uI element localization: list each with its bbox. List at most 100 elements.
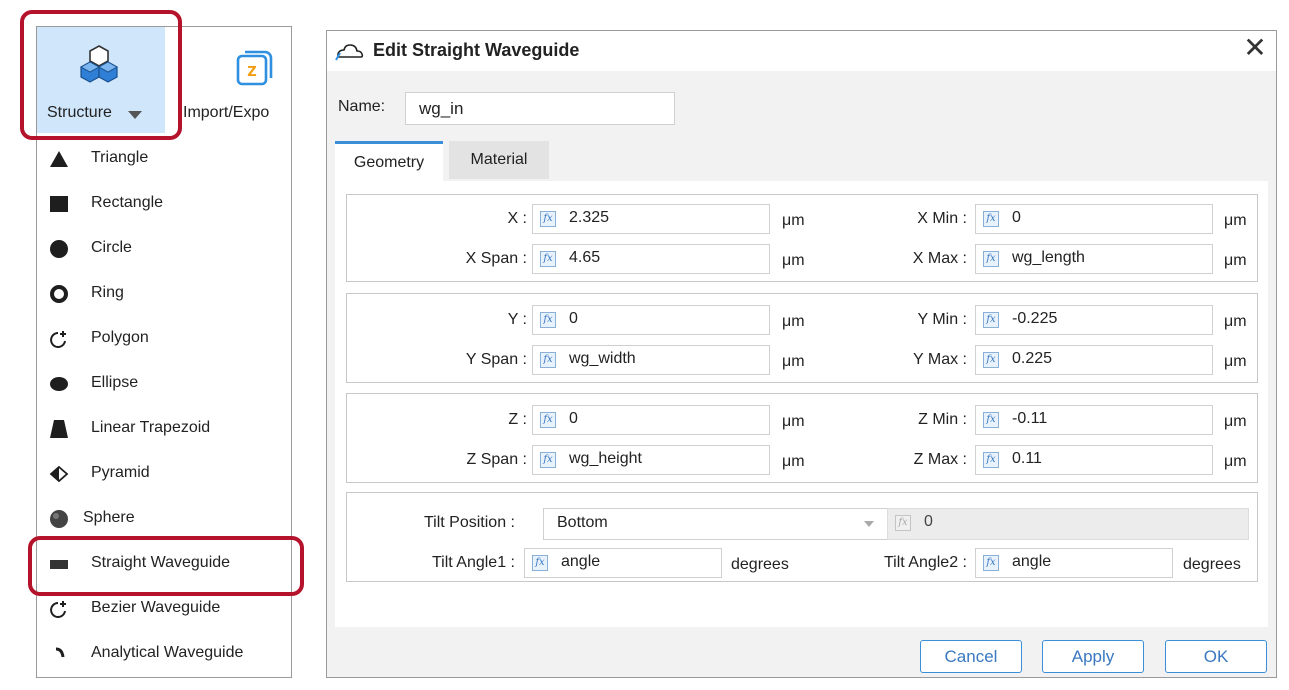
geometry-panel: X : fx 2.325 μm X Min : fx 0 μm X Span :… bbox=[335, 181, 1268, 627]
z-max-value: 0.11 bbox=[1012, 450, 1042, 467]
tab-geometry[interactable]: Geometry bbox=[335, 141, 443, 183]
fx-icon[interactable]: fx bbox=[983, 251, 999, 267]
menu-item-ring[interactable]: Ring bbox=[37, 274, 291, 314]
tab-material[interactable]: Material bbox=[449, 141, 549, 179]
tilt-angle1-unit: degrees bbox=[731, 556, 789, 573]
dialog-titlebar[interactable]: Edit Straight Waveguide ✕ bbox=[327, 31, 1276, 71]
fx-icon[interactable]: fx bbox=[532, 555, 548, 571]
x-span-field[interactable]: fx 4.65 bbox=[532, 244, 770, 274]
y-max-field[interactable]: fx 0.225 bbox=[975, 345, 1213, 375]
tilt-angle2-field[interactable]: fx angle bbox=[975, 548, 1173, 578]
x-group: X : fx 2.325 μm X Min : fx 0 μm X Span :… bbox=[346, 194, 1258, 282]
dialog-footer: Cancel Apply OK bbox=[327, 631, 1276, 677]
highlight-box-straight-waveguide bbox=[28, 536, 304, 596]
tilt-group: Tilt Position : Bottom fx 0 Tilt Angle1 … bbox=[346, 492, 1258, 582]
z-max-label: Z Max : bbox=[913, 451, 967, 468]
import-export-label[interactable]: Import/Expo bbox=[183, 104, 269, 122]
z-max-field[interactable]: fx 0.11 bbox=[975, 445, 1213, 475]
fx-icon[interactable]: fx bbox=[983, 211, 999, 227]
y-min-field[interactable]: fx -0.225 bbox=[975, 305, 1213, 335]
fx-icon[interactable]: fx bbox=[983, 352, 999, 368]
triangle-icon bbox=[50, 151, 68, 167]
tilt-position-value: Bottom bbox=[557, 514, 608, 531]
menu-item-label: Analytical Waveguide bbox=[91, 644, 244, 661]
y-max-label: Y Max : bbox=[913, 351, 967, 368]
tilt-angle1-field[interactable]: fx angle bbox=[524, 548, 722, 578]
x-label: X : bbox=[507, 210, 527, 227]
highlight-box-structure bbox=[20, 10, 182, 140]
x-span-unit: μm bbox=[782, 252, 805, 269]
fx-icon[interactable]: fx bbox=[540, 251, 556, 267]
menu-item-label: Ellipse bbox=[91, 374, 139, 391]
name-label: Name: bbox=[338, 98, 386, 115]
pyramid-icon bbox=[49, 465, 69, 483]
z-value: 0 bbox=[569, 410, 578, 427]
menu-item-sphere[interactable]: Sphere bbox=[37, 499, 291, 539]
menu-item-rectangle[interactable]: Rectangle bbox=[37, 184, 291, 224]
circle-icon bbox=[50, 240, 68, 258]
y-max-value: 0.225 bbox=[1012, 350, 1053, 367]
y-span-field[interactable]: fx wg_width bbox=[532, 345, 770, 375]
chevron-down-icon bbox=[864, 521, 874, 527]
y-value: 0 bbox=[569, 310, 578, 327]
fx-icon[interactable]: fx bbox=[540, 211, 556, 227]
menu-item-triangle[interactable]: Triangle bbox=[37, 139, 291, 179]
fx-icon[interactable]: fx bbox=[983, 412, 999, 428]
tilt-position-select[interactable]: Bottom bbox=[543, 508, 903, 540]
z-span-field[interactable]: fx wg_height bbox=[532, 445, 770, 475]
menu-item-pyramid[interactable]: Pyramid bbox=[37, 454, 291, 494]
y-span-value: wg_width bbox=[569, 350, 636, 367]
z-span-unit: μm bbox=[782, 453, 805, 470]
menu-item-circle[interactable]: Circle bbox=[37, 229, 291, 269]
z-unit: μm bbox=[782, 413, 805, 430]
y-min-label: Y Min : bbox=[917, 311, 968, 328]
tilt-angle2-unit: degrees bbox=[1183, 556, 1241, 573]
tilt-angle1-label: Tilt Angle1 : bbox=[431, 554, 515, 571]
menu-item-linear-trapezoid[interactable]: Linear Trapezoid bbox=[37, 409, 291, 449]
menu-item-analytical-waveguide[interactable]: Analytical Waveguide bbox=[37, 634, 291, 674]
z-span-label: Z Span : bbox=[466, 451, 527, 468]
apply-button[interactable]: Apply bbox=[1042, 640, 1144, 673]
fx-icon[interactable]: fx bbox=[983, 555, 999, 571]
z-span-value: wg_height bbox=[569, 450, 642, 467]
menu-item-ellipse[interactable]: Ellipse bbox=[37, 364, 291, 404]
z-min-value: -0.11 bbox=[1012, 410, 1048, 427]
y-min-value: -0.225 bbox=[1012, 310, 1058, 327]
tilt-position-extra-field: fx 0 bbox=[887, 508, 1249, 540]
z-min-label: Z Min : bbox=[918, 411, 967, 428]
x-unit: μm bbox=[782, 212, 805, 229]
menu-item-label: Triangle bbox=[91, 149, 149, 166]
ok-button[interactable]: OK bbox=[1165, 640, 1267, 673]
trapezoid-icon bbox=[50, 420, 68, 438]
z-max-unit: μm bbox=[1224, 453, 1247, 470]
cloud-icon bbox=[335, 44, 364, 61]
menu-item-label: Polygon bbox=[91, 329, 149, 346]
fx-icon[interactable]: fx bbox=[540, 312, 556, 328]
x-min-label: X Min : bbox=[917, 210, 967, 227]
import-export-icon[interactable]: Z bbox=[235, 49, 275, 89]
z-field[interactable]: fx 0 bbox=[532, 405, 770, 435]
x-span-value: 4.65 bbox=[569, 249, 601, 266]
fx-icon[interactable]: fx bbox=[983, 452, 999, 468]
z-min-field[interactable]: fx -0.11 bbox=[975, 405, 1213, 435]
y-label: Y : bbox=[507, 311, 527, 328]
edit-straight-waveguide-dialog: Edit Straight Waveguide ✕ Name: wg_in Ge… bbox=[326, 30, 1277, 678]
close-icon[interactable]: ✕ bbox=[1241, 34, 1269, 63]
x-max-field[interactable]: fx wg_length bbox=[975, 244, 1213, 274]
fx-icon[interactable]: fx bbox=[540, 412, 556, 428]
z-group: Z : fx 0 μm Z Min : fx -0.11 μm Z Span :… bbox=[346, 393, 1258, 483]
x-min-field[interactable]: fx 0 bbox=[975, 204, 1213, 234]
y-group: Y : fx 0 μm Y Min : fx -0.225 μm Y Span … bbox=[346, 293, 1258, 383]
fx-icon[interactable]: fx bbox=[983, 312, 999, 328]
name-input[interactable]: wg_in bbox=[405, 92, 675, 125]
tilt-angle2-value: angle bbox=[1012, 553, 1052, 570]
x-field[interactable]: fx 2.325 bbox=[532, 204, 770, 234]
fx-icon[interactable]: fx bbox=[540, 452, 556, 468]
x-max-value: wg_length bbox=[1012, 249, 1085, 266]
menu-item-polygon[interactable]: Polygon bbox=[37, 319, 291, 359]
y-min-unit: μm bbox=[1224, 313, 1247, 330]
y-field[interactable]: fx 0 bbox=[532, 305, 770, 335]
cancel-button[interactable]: Cancel bbox=[920, 640, 1022, 673]
x-max-label: X Max : bbox=[912, 250, 967, 267]
fx-icon[interactable]: fx bbox=[540, 352, 556, 368]
